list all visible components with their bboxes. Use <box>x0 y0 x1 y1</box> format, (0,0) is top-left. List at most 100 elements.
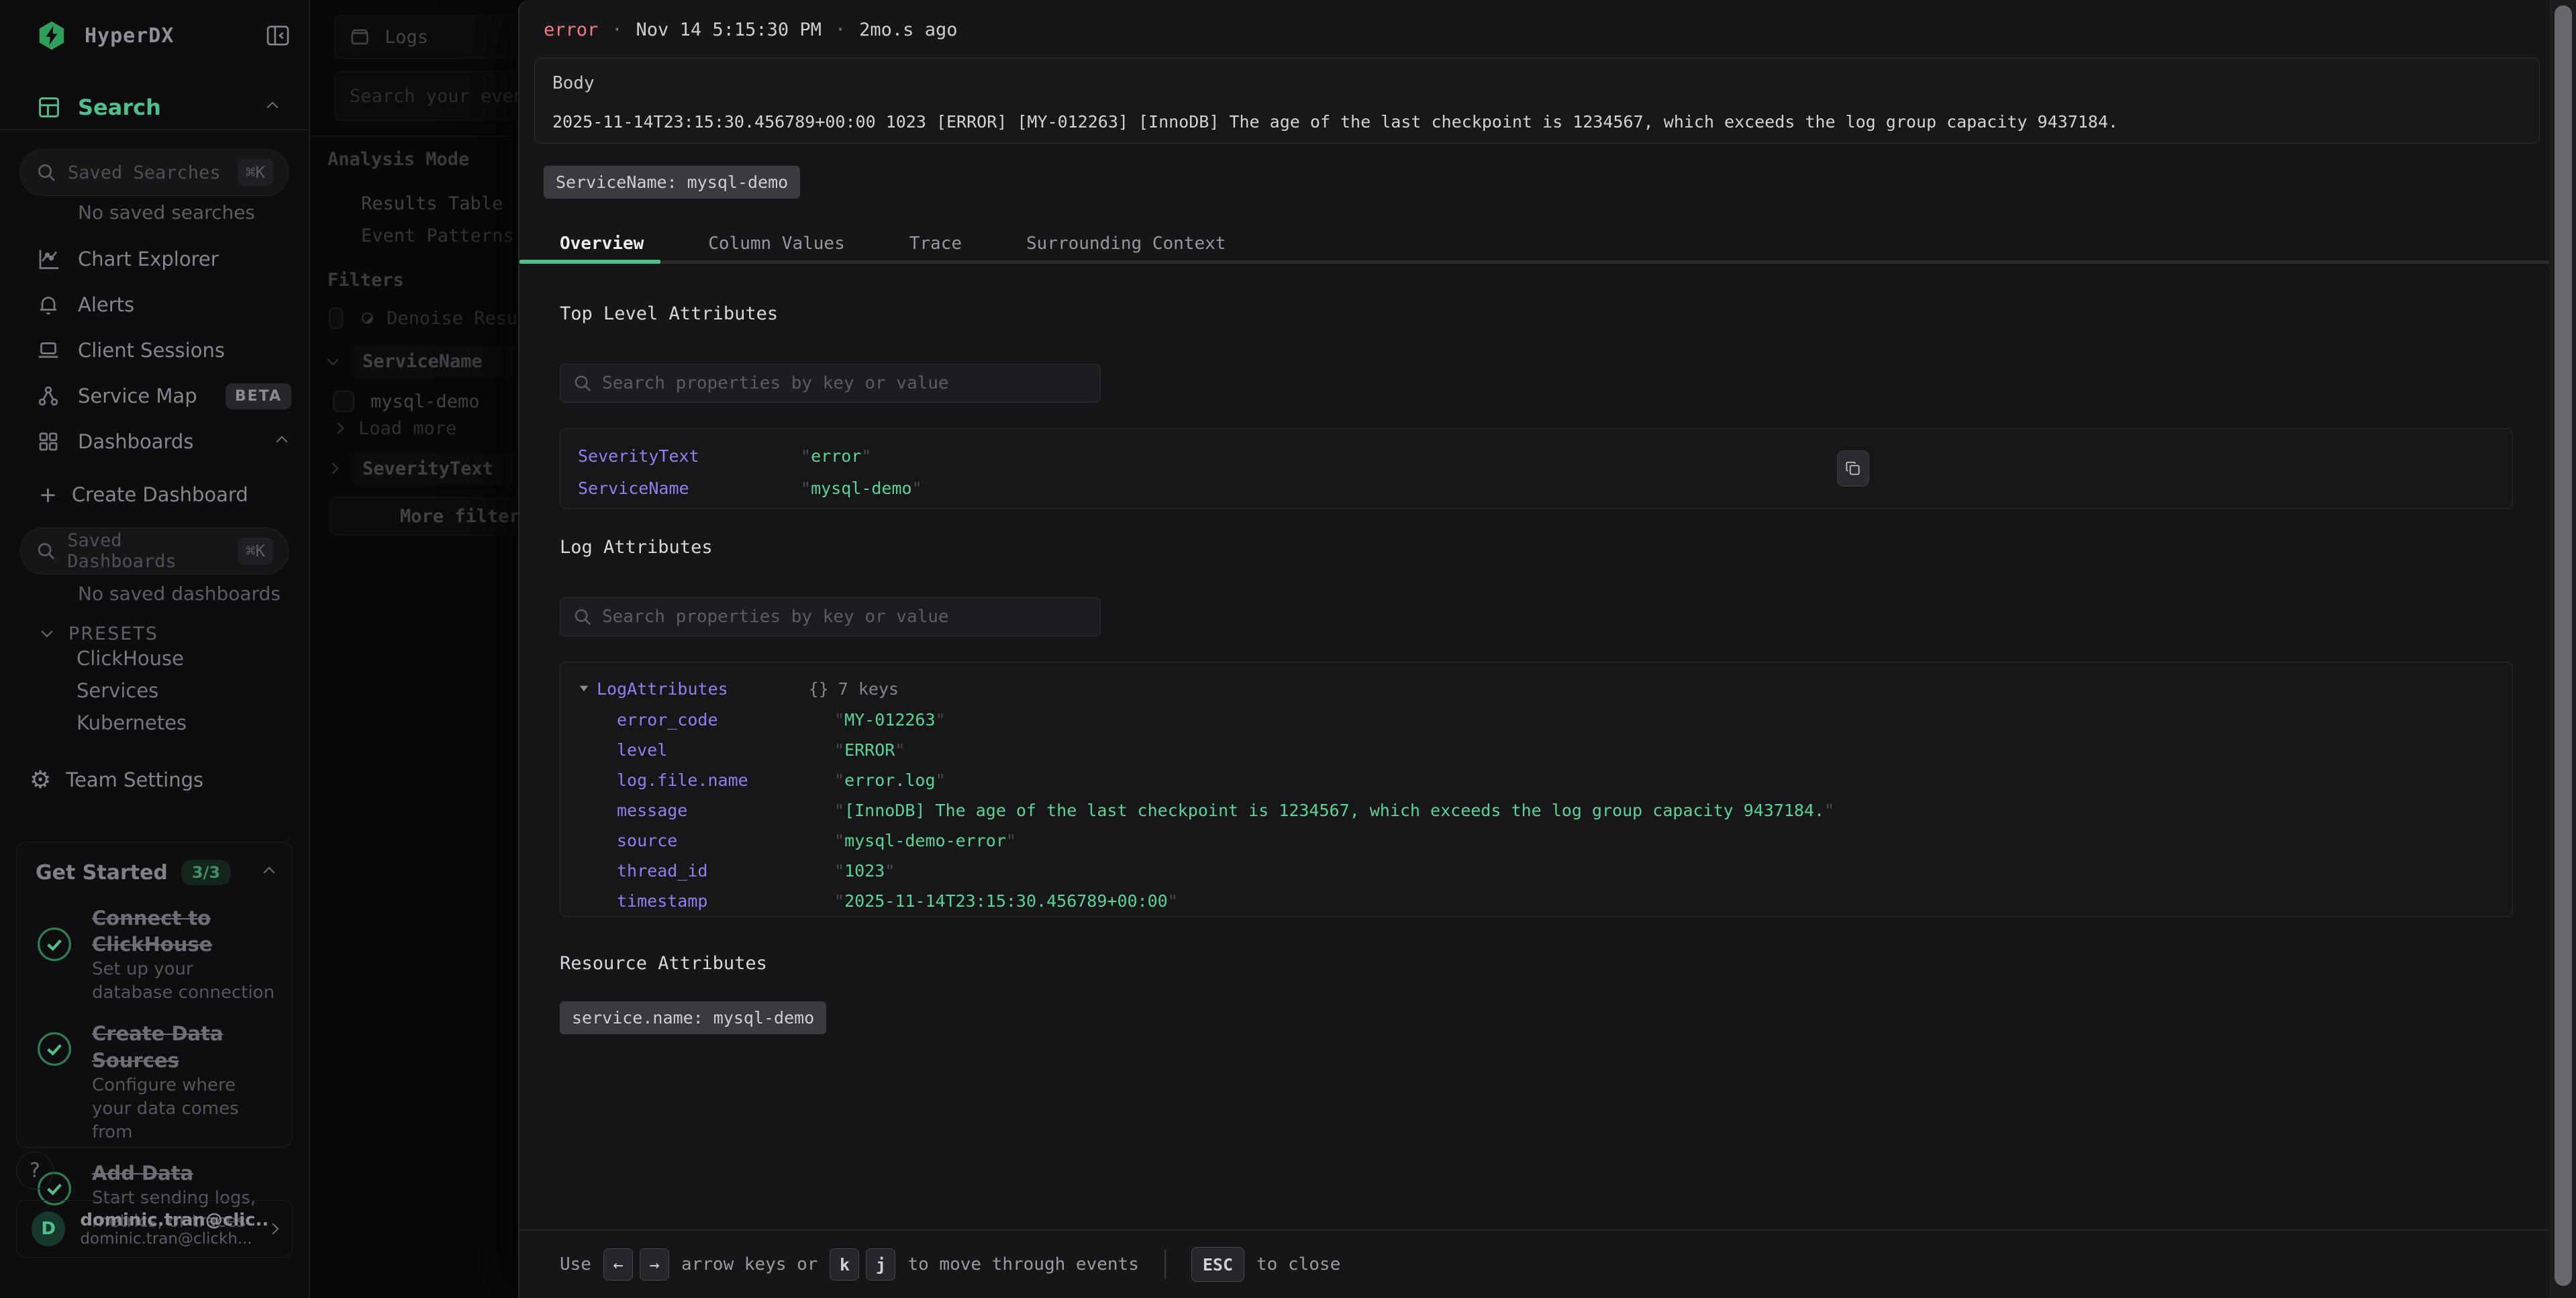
tab-trace[interactable]: Trace <box>909 234 962 254</box>
source-selector[interactable]: Logs <box>334 15 542 59</box>
sidebar-item-search[interactable]: Search <box>36 89 282 126</box>
saved-dashboards-input[interactable]: Saved Dashboards ⌘K <box>20 528 289 575</box>
scrollbar-thumb[interactable] <box>2555 5 2572 1286</box>
service-map-icon <box>36 384 60 408</box>
attr-value[interactable]: [InnoDB] The age of the last checkpoint … <box>834 801 1834 820</box>
filter-group-severitytext[interactable]: SeverityText <box>329 451 542 486</box>
tab-column-values[interactable]: Column Values <box>708 234 845 254</box>
value-checkbox[interactable] <box>333 391 354 412</box>
divider <box>0 129 310 130</box>
app-title: HyperDX <box>85 24 174 48</box>
body-card: Body 2025-11-14T23:15:30.456789+00:00 10… <box>534 58 2540 144</box>
filter-group-servicename[interactable]: ServiceName <box>329 344 542 379</box>
logs-explorer-panel: Logs Search your events Analysis Mode Re… <box>310 0 542 1298</box>
attr-key[interactable]: thread_id <box>617 861 834 881</box>
search-placeholder: Search properties by key or value <box>602 373 949 393</box>
sidebar-item-client-sessions[interactable]: Client Sessions <box>36 333 291 368</box>
severity-text: error <box>544 19 598 40</box>
search-placeholder: Search properties by key or value <box>602 607 949 627</box>
step-title: Add Data <box>92 1160 276 1187</box>
attr-value[interactable]: error <box>801 446 871 466</box>
plus-icon: + <box>39 482 57 507</box>
attr-key[interactable]: message <box>617 801 834 820</box>
log-attributes-search[interactable]: Search properties by key or value <box>560 597 1101 636</box>
collapse-caret-icon[interactable] <box>580 686 589 691</box>
get-started-header[interactable]: Get Started 3/3 <box>17 842 292 885</box>
body-log-line[interactable]: 2025-11-14T23:15:30.456789+00:00 1023 [E… <box>552 112 2522 132</box>
attr-key[interactable]: level <box>617 740 834 760</box>
attr-key[interactable]: error_code <box>617 710 834 730</box>
top-attributes-search[interactable]: Search properties by key or value <box>560 364 1101 403</box>
load-more-button[interactable]: Load more <box>334 415 536 442</box>
mode-event-patterns[interactable]: Event Patterns <box>361 226 514 246</box>
no-saved-dashboards-text: No saved dashboards <box>78 583 281 605</box>
preset-kubernetes[interactable]: Kubernetes <box>77 711 187 734</box>
source-label: Logs <box>385 27 428 48</box>
tree-row[interactable]: level ERROR <box>578 735 2495 765</box>
attr-key[interactable]: SeverityText <box>578 446 801 466</box>
tab-overview[interactable]: Overview <box>560 234 644 254</box>
search-icon <box>36 162 57 183</box>
collapse-sidebar-icon[interactable] <box>264 22 291 49</box>
tree-row[interactable]: log.file.name error.log <box>578 765 2495 795</box>
hint-text: to close <box>1256 1254 1340 1275</box>
event-search-input[interactable]: Search your events <box>334 71 542 121</box>
dashboards-icon <box>36 430 60 454</box>
user-name: dominic.tran@clic... <box>80 1210 269 1230</box>
service-tag[interactable]: ServiceName: mysql-demo <box>544 166 800 199</box>
more-filters-button[interactable]: More filters <box>330 497 545 536</box>
attr-key[interactable]: ServiceName <box>578 479 801 498</box>
get-started-step-2[interactable]: Create Data Sources Configure where your… <box>17 1005 292 1144</box>
tree-row[interactable]: message [InnoDB] The age of the last che… <box>578 795 2495 826</box>
attr-key[interactable]: source <box>617 831 834 850</box>
preset-services[interactable]: Services <box>77 679 158 702</box>
attribute-row[interactable]: SeverityText error <box>578 441 2495 470</box>
tree-row[interactable]: thread_id 1023 <box>578 856 2495 886</box>
bell-icon <box>36 293 60 317</box>
sidebar-item-label: Dashboards <box>78 430 193 453</box>
attr-key[interactable]: log.file.name <box>617 770 834 790</box>
attr-value[interactable]: MY-012263 <box>834 710 946 730</box>
saved-dashboards-placeholder: Saved Dashboards <box>67 530 238 572</box>
event-age: 2mo.s ago <box>859 19 957 40</box>
beta-badge: BETA <box>226 383 291 409</box>
sidebar-item-service-map[interactable]: Service Map BETA <box>36 379 291 413</box>
tree-root-label[interactable]: LogAttributes <box>597 679 728 699</box>
mode-results-table[interactable]: Results Table <box>361 193 503 214</box>
tree-row[interactable]: timestamp 2025-11-14T23:15:30.456789+00:… <box>578 886 2495 916</box>
saved-searches-input[interactable]: Saved Searches ⌘K <box>20 149 289 196</box>
attr-value[interactable]: mysql-demo <box>801 479 922 498</box>
copy-icon <box>1844 460 1862 477</box>
user-menu[interactable]: D dominic.tran@clic... dominic.tran@clic… <box>16 1200 293 1258</box>
denoise-results-row[interactable]: Denoise Results <box>329 303 550 333</box>
presets-toggle[interactable]: PRESETS <box>43 619 244 648</box>
filter-value-label: mysql-demo <box>370 391 480 412</box>
attr-value[interactable]: 2025-11-14T23:15:30.456789+00:00 <box>834 891 1178 911</box>
denoise-checkbox[interactable] <box>329 307 343 329</box>
tree-row[interactable]: source mysql-demo-error <box>578 826 2495 856</box>
attr-key[interactable]: timestamp <box>617 891 834 911</box>
tab-surrounding-context[interactable]: Surrounding Context <box>1026 234 1226 254</box>
sidebar-item-dashboards[interactable]: Dashboards <box>36 424 291 459</box>
sidebar-item-chart-explorer[interactable]: Chart Explorer <box>36 242 291 277</box>
tree-row[interactable]: error_code MY-012263 <box>578 705 2495 735</box>
tree-root-row[interactable]: LogAttributes {} 7 keys <box>578 675 2495 703</box>
app-logo[interactable]: HyperDX <box>36 17 291 54</box>
get-started-step-1[interactable]: Connect to ClickHouse Set up your databa… <box>17 885 292 1005</box>
attr-value[interactable]: ERROR <box>834 740 905 760</box>
table-grid-icon <box>36 95 62 120</box>
attr-value[interactable]: mysql-demo-error <box>834 831 1016 850</box>
preset-clickhouse[interactable]: ClickHouse <box>77 647 184 670</box>
copy-button[interactable] <box>1837 450 1869 487</box>
sidebar-item-alerts[interactable]: Alerts <box>36 287 291 322</box>
help-button[interactable]: ? <box>16 1152 54 1189</box>
hint-text: Use <box>560 1254 591 1275</box>
sidebar-item-team-settings[interactable]: ⚙ Team Settings <box>30 762 285 797</box>
attr-value[interactable]: error.log <box>834 770 946 790</box>
resource-tag[interactable]: service.name: mysql-demo <box>560 1001 826 1034</box>
logs-source-icon <box>348 26 371 48</box>
create-dashboard-button[interactable]: + Create Dashboard <box>39 478 294 511</box>
attribute-row[interactable]: ServiceName mysql-demo <box>578 473 2495 503</box>
attr-value[interactable]: 1023 <box>834 861 895 881</box>
chevron-down-icon <box>328 354 339 366</box>
